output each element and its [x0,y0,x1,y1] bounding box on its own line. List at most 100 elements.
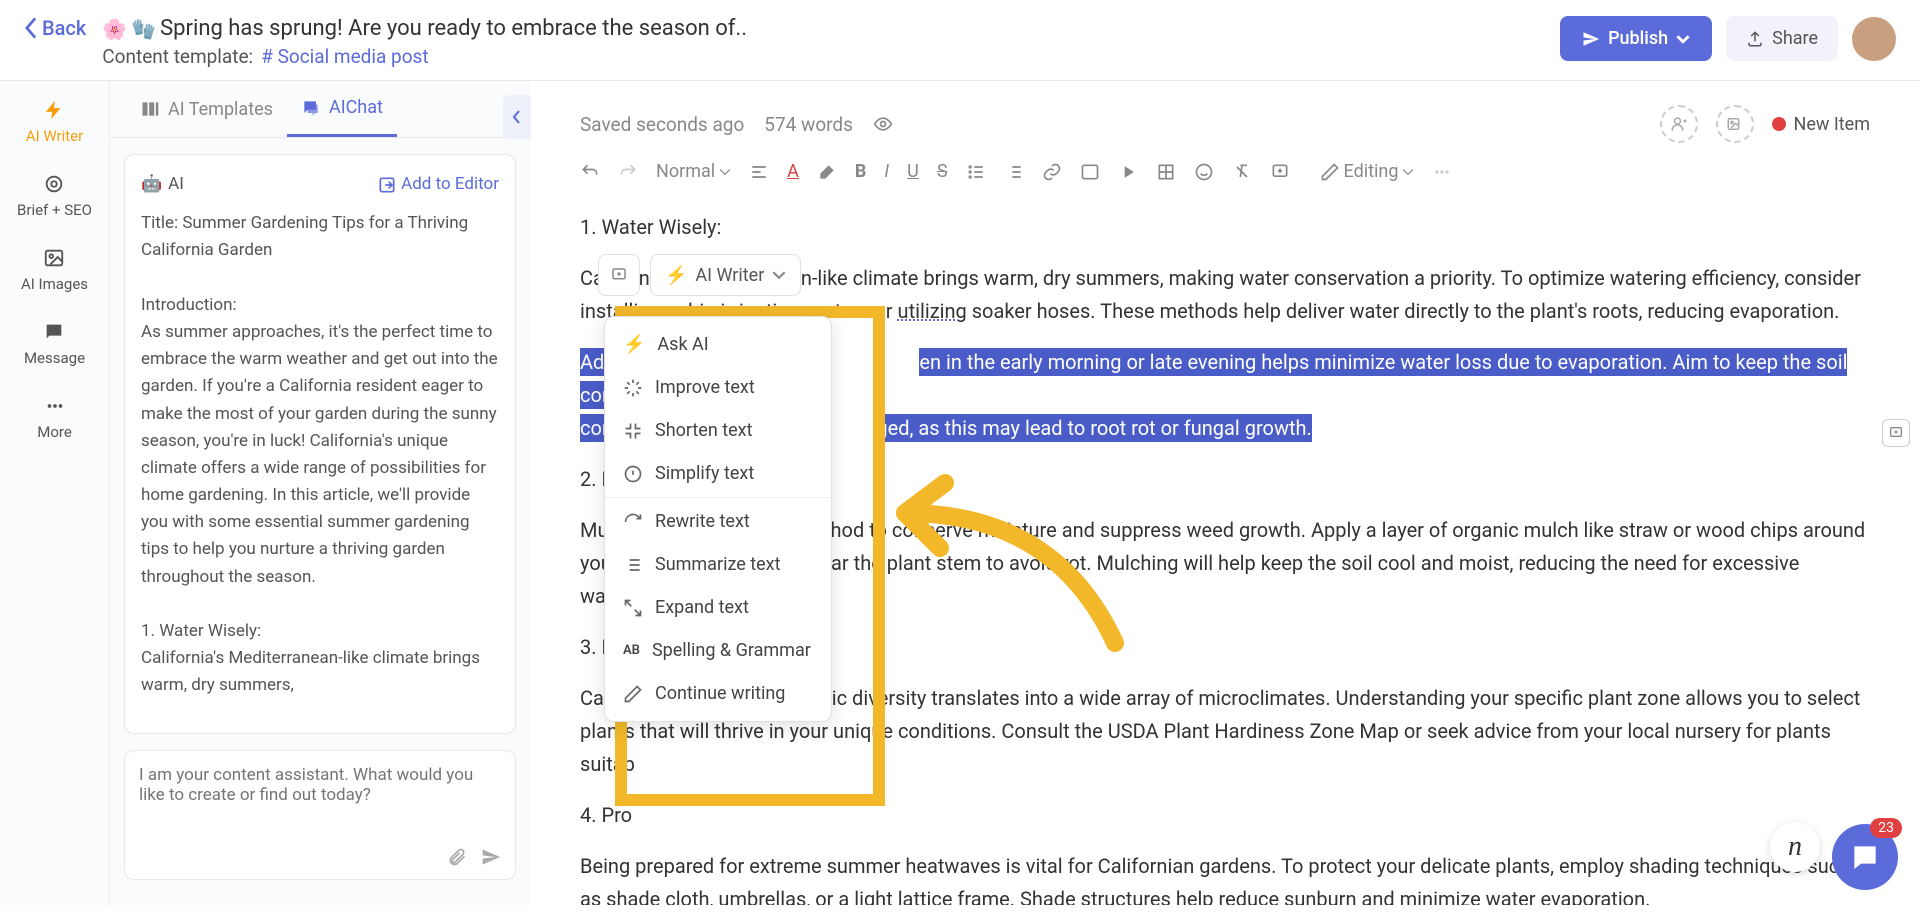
ai-writer-menu: ⚡Ask AI Improve text Shorten text Simpli… [604,316,832,722]
send-icon [1582,30,1600,48]
link-button[interactable] [1042,162,1062,182]
number-list-button[interactable] [1004,162,1024,182]
nav-label: Message [24,349,85,367]
collapse-panel-button[interactable] [503,95,531,139]
new-item-badge[interactable]: New Item [1772,114,1871,135]
chevron-down-icon [772,268,786,282]
add-editor-label: Add to Editor [401,171,499,198]
heading-4: 4. Pro [580,799,1870,832]
comment-button[interactable] [1270,162,1290,182]
menu-label: Expand text [655,597,749,618]
comment-icon [1270,162,1290,182]
back-button[interactable]: Back [24,16,102,40]
chevron-left-icon [24,17,38,39]
table-button[interactable] [1156,162,1176,182]
table-icon [1156,162,1176,182]
list-icon [623,555,643,575]
ai-s1-text: California's Mediterranean-like climate … [141,645,499,699]
chat-textarea[interactable] [139,765,501,825]
tab-ai-templates[interactable]: AI Templates [126,81,287,137]
mode-select[interactable]: Editing [1320,161,1415,182]
menu-spelling[interactable]: ABSpelling & Grammar [605,629,831,672]
nav-more[interactable]: More [37,395,72,441]
sparkle-icon [623,378,643,398]
bold-button[interactable]: B [855,161,867,182]
notification-count: 23 [1870,818,1902,838]
menu-shorten[interactable]: Shorten text [605,409,831,452]
narrato-badge[interactable]: n [1770,822,1820,872]
info-icon [623,464,643,484]
eye-icon[interactable] [873,114,893,134]
mode-label: Editing [1344,161,1399,182]
menu-simplify[interactable]: Simplify text [605,452,831,495]
menu-label: Improve text [655,377,755,398]
nav-ai-images[interactable]: AI Images [21,247,88,293]
add-comment-side[interactable] [1882,419,1910,447]
highlight-button[interactable] [817,162,837,182]
menu-expand[interactable]: Expand text [605,586,831,629]
list-icon [966,162,986,182]
publish-button[interactable]: Publish [1560,16,1712,61]
heading-1: 1. Water Wisely: [580,211,1870,244]
image-icon [43,247,65,269]
menu-improve[interactable]: Improve text [605,366,831,409]
saved-status: Saved seconds ago [580,113,744,136]
italic-button[interactable]: I [884,161,889,182]
nav-label: AI Images [21,275,88,293]
template-link[interactable]: # Social media post [261,45,428,68]
chevron-down-icon [1402,166,1414,178]
template-label: Content template: [102,45,253,68]
redo-icon [618,162,638,182]
menu-label: Shorten text [655,420,753,441]
templates-icon [140,99,160,119]
video-button[interactable] [1118,162,1138,182]
strike-button[interactable]: S [937,161,948,182]
align-button[interactable] [749,162,769,182]
image-button[interactable] [1080,162,1100,182]
publish-label: Publish [1608,28,1668,49]
more-button[interactable] [1432,162,1452,182]
bullet-list-button[interactable] [966,162,986,182]
nav-brief-seo[interactable]: Brief + SEO [17,173,92,219]
add-block-button[interactable] [598,254,640,296]
add-user-button[interactable] [1660,105,1698,143]
menu-continue[interactable]: Continue writing [605,672,831,715]
title-text: Spring has sprung! Are you ready to embr… [160,16,747,41]
status-dot [1772,117,1786,131]
style-select[interactable]: Normal [656,161,731,182]
menu-label: Rewrite text [655,511,750,532]
add-to-editor-button[interactable]: Add to Editor [377,171,499,198]
menu-ask-ai[interactable]: ⚡Ask AI [605,323,831,366]
add-image-button[interactable] [1716,105,1754,143]
menu-summarize[interactable]: Summarize text [605,543,831,586]
nav-message[interactable]: Message [24,321,85,367]
ab-icon: AB [623,643,640,658]
intercom-button[interactable]: 23 [1832,824,1898,890]
emoji-button[interactable] [1194,162,1214,182]
emoji-glove: 🧤 [131,17,156,41]
dots-icon [1432,162,1452,182]
redo-button[interactable] [618,162,638,182]
page-title: 🌸 🧤 Spring has sprung! Are you ready to … [102,16,1560,41]
text-color-button[interactable]: A [787,161,799,182]
ai-writer-dropdown[interactable]: ⚡ AI Writer [650,254,801,296]
menu-rewrite[interactable]: Rewrite text [605,500,831,543]
tab-ai-chat[interactable]: AIChat [287,81,397,137]
chevron-down-icon [719,166,731,178]
underline-button[interactable]: U [907,161,919,182]
chat-input-box[interactable] [124,750,516,880]
menu-label: Summarize text [655,554,781,575]
chevron-left-icon [512,109,522,125]
nav-ai-writer[interactable]: AI Writer [26,99,83,145]
align-icon [749,162,769,182]
share-button[interactable]: Share [1726,16,1838,61]
target-icon [43,173,65,195]
attach-icon[interactable] [447,847,467,867]
new-item-label: New Item [1794,114,1871,135]
undo-button[interactable] [580,162,600,182]
image-plus-icon [1726,115,1744,133]
clear-format-button[interactable] [1232,162,1252,182]
avatar[interactable] [1852,17,1896,61]
send-icon[interactable] [481,847,501,867]
ai-title: Title: Summer Gardening Tips for a Thriv… [141,210,499,264]
